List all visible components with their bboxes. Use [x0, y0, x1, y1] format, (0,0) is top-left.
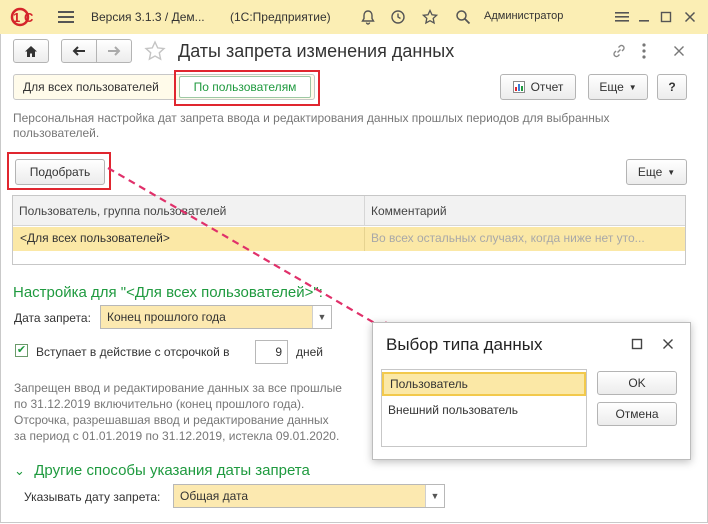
cancel-button[interactable]: Отмена	[597, 402, 677, 426]
close-icon[interactable]	[662, 338, 674, 353]
list-item[interactable]: Внешний пользователь	[382, 398, 586, 422]
ok-button[interactable]: OK	[597, 371, 677, 395]
maximize-icon[interactable]	[631, 338, 643, 353]
type-list: Пользователь Внешний пользователь	[381, 369, 587, 447]
ok-button-label: OK	[628, 376, 646, 390]
dialog-title: Выбор типа данных	[386, 335, 543, 354]
data-type-dialog: Выбор типа данных Пользователь Внешний п…	[372, 322, 691, 460]
list-item[interactable]: Пользователь	[382, 372, 586, 396]
cancel-button-label: Отмена	[615, 407, 659, 421]
